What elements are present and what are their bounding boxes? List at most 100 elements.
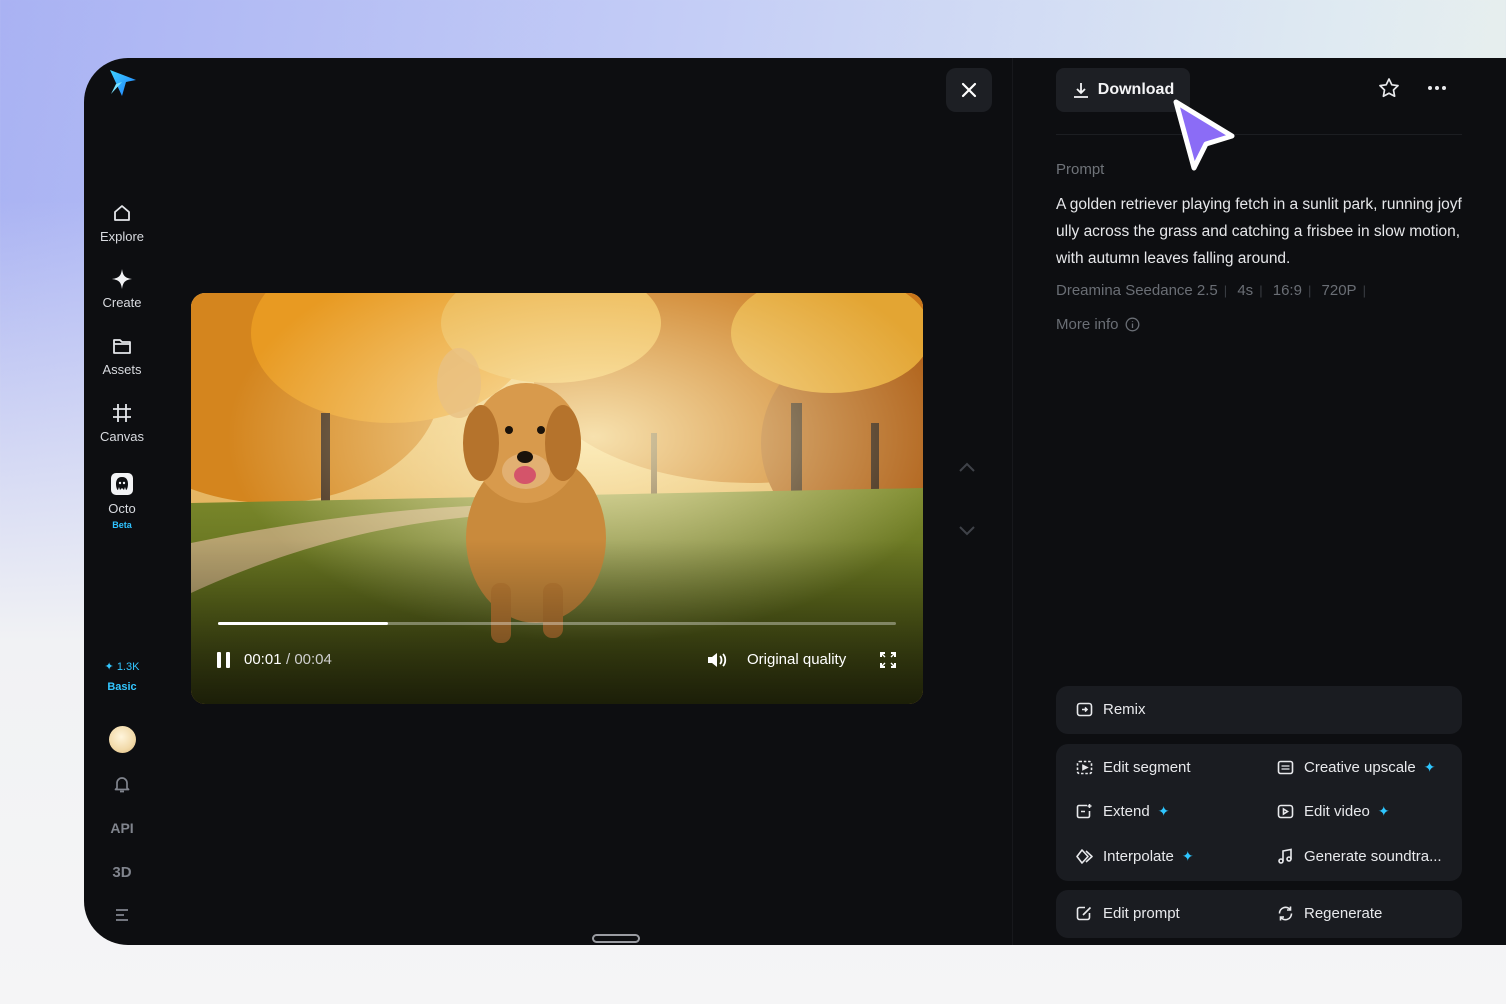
video-player[interactable]: 00:01 / 00:04 Original quality xyxy=(191,293,923,704)
pause-icon-bar xyxy=(226,652,230,668)
quality-button[interactable]: Original quality xyxy=(747,651,846,668)
mouse-cursor-icon xyxy=(1173,99,1235,171)
duration: 4s xyxy=(1237,282,1254,299)
close-button[interactable] xyxy=(946,68,992,112)
fullscreen-button[interactable] xyxy=(879,651,897,673)
creative-upscale-button[interactable]: Creative upscale ✦ xyxy=(1277,759,1435,776)
edit-video-label: Edit video xyxy=(1304,803,1370,820)
extend-label: Extend xyxy=(1103,803,1150,820)
sidebar-item-label: Create xyxy=(102,295,142,310)
sparkle-icon: ✦ xyxy=(104,661,114,673)
menu-button[interactable] xyxy=(84,908,160,925)
extend-button[interactable]: Extend ✦ xyxy=(1076,803,1169,820)
sparkle-icon xyxy=(112,269,132,289)
canvas-icon xyxy=(113,404,131,422)
close-icon xyxy=(961,82,977,98)
interpolate-label: Interpolate xyxy=(1103,848,1174,865)
regenerate-label: Regenerate xyxy=(1304,905,1383,922)
beta-badge: Beta xyxy=(112,520,132,530)
edit-prompt-button[interactable]: Edit prompt xyxy=(1076,905,1180,922)
next-button[interactable] xyxy=(957,520,977,545)
plan-badge: Basic xyxy=(107,681,137,693)
notifications-button[interactable] xyxy=(84,774,160,797)
chevron-up-icon xyxy=(959,462,975,472)
favorite-button[interactable] xyxy=(1378,77,1400,104)
remix-label: Remix xyxy=(1103,701,1146,718)
panel-separator xyxy=(1056,134,1462,135)
credits-count: 1.3K xyxy=(116,661,140,673)
remix-button[interactable]: Remix xyxy=(1076,701,1146,718)
progress-bar[interactable] xyxy=(218,622,896,625)
star-icon xyxy=(1379,78,1399,98)
home-icon xyxy=(114,205,130,221)
volume-button[interactable] xyxy=(706,650,728,674)
edit-prompt-icon xyxy=(1076,906,1092,921)
edit-segment-label: Edit segment xyxy=(1103,759,1191,776)
prompt-text[interactable]: A golden retriever playing fetch in a su… xyxy=(1056,191,1462,272)
api-button[interactable]: API xyxy=(84,820,160,836)
chevron-down-icon xyxy=(959,526,975,536)
sidebar: Explore Create Assets Canvas Octo Beta ✦… xyxy=(84,58,160,945)
edit-segment-button[interactable]: Edit segment xyxy=(1076,759,1191,776)
speaker-icon xyxy=(708,653,727,667)
credits-indicator[interactable]: ✦ 1.3K Basic xyxy=(84,660,160,693)
sidebar-item-label: Explore xyxy=(99,229,145,244)
interpolate-button[interactable]: Interpolate ✦ xyxy=(1076,848,1194,865)
total-time: / 00:04 xyxy=(286,651,332,668)
creative-upscale-label: Creative upscale xyxy=(1304,759,1416,776)
video-frame xyxy=(191,293,923,704)
generation-meta: Dreamina Seedance 2.5 | 4s | 16:9 | 720P | xyxy=(1056,282,1366,299)
sidebar-item-explore[interactable]: Explore xyxy=(87,202,157,244)
sidebar-item-label: Octo xyxy=(108,501,136,516)
generate-soundtrack-label: Generate soundtra... xyxy=(1304,848,1442,865)
fullscreen-icon xyxy=(880,652,896,668)
previous-button[interactable] xyxy=(957,458,977,483)
generate-soundtrack-button[interactable]: Generate soundtra... xyxy=(1277,848,1442,865)
sidebar-item-label: Assets xyxy=(102,362,142,377)
octo-icon xyxy=(111,473,133,495)
more-button[interactable] xyxy=(1426,77,1448,104)
refresh-icon xyxy=(1278,906,1293,921)
app-logo[interactable] xyxy=(108,68,138,98)
sparkle-icon: ✦ xyxy=(1377,803,1390,819)
edit-video-button[interactable]: Edit video ✦ xyxy=(1277,803,1390,820)
sparkle-icon: ✦ xyxy=(1181,848,1194,864)
pause-button[interactable] xyxy=(215,652,233,668)
more-icon xyxy=(1428,86,1446,90)
progress-fill xyxy=(218,622,388,625)
regenerate-button[interactable]: Regenerate xyxy=(1277,905,1382,922)
upscale-icon xyxy=(1277,760,1294,775)
remix-box: Remix xyxy=(1056,686,1462,734)
3d-button[interactable]: 3D xyxy=(84,864,160,881)
download-label: Download xyxy=(1097,81,1175,98)
resolution: 720P xyxy=(1321,282,1357,299)
edit-prompt-label: Edit prompt xyxy=(1103,905,1180,922)
remix-icon xyxy=(1076,702,1093,717)
pause-icon xyxy=(217,652,221,668)
sidebar-item-create[interactable]: Create xyxy=(87,268,157,310)
more-info-label: More info xyxy=(1056,316,1119,333)
sidebar-item-octo[interactable]: Octo Beta xyxy=(87,472,157,531)
home-indicator xyxy=(592,934,640,943)
avatar[interactable] xyxy=(109,726,136,753)
sidebar-item-label: Canvas xyxy=(99,429,145,444)
interpolate-icon xyxy=(1076,849,1093,864)
prompt-actions-box: Edit prompt Regenerate xyxy=(1056,890,1462,938)
folder-icon xyxy=(113,339,131,354)
extend-icon xyxy=(1076,804,1092,819)
current-time: 00:01 xyxy=(244,651,282,668)
music-note-icon xyxy=(1278,848,1292,864)
bell-icon xyxy=(114,777,130,793)
player-controls: 00:01 / 00:04 Original quality xyxy=(191,649,923,673)
prompt-label: Prompt xyxy=(1056,161,1105,178)
aspect-ratio: 16:9 xyxy=(1272,282,1302,299)
sparkle-icon: ✦ xyxy=(1157,803,1170,819)
sidebar-item-canvas[interactable]: Canvas xyxy=(87,402,157,444)
model-name: Dreamina Seedance 2.5 xyxy=(1056,282,1218,299)
more-info-link[interactable]: More info xyxy=(1056,316,1140,333)
menu-icon xyxy=(116,909,128,921)
panel-divider xyxy=(1012,58,1013,945)
sidebar-item-assets[interactable]: Assets xyxy=(87,335,157,377)
sparkle-icon: ✦ xyxy=(1423,759,1436,775)
app-window: Explore Create Assets Canvas Octo Beta ✦… xyxy=(84,58,1506,945)
